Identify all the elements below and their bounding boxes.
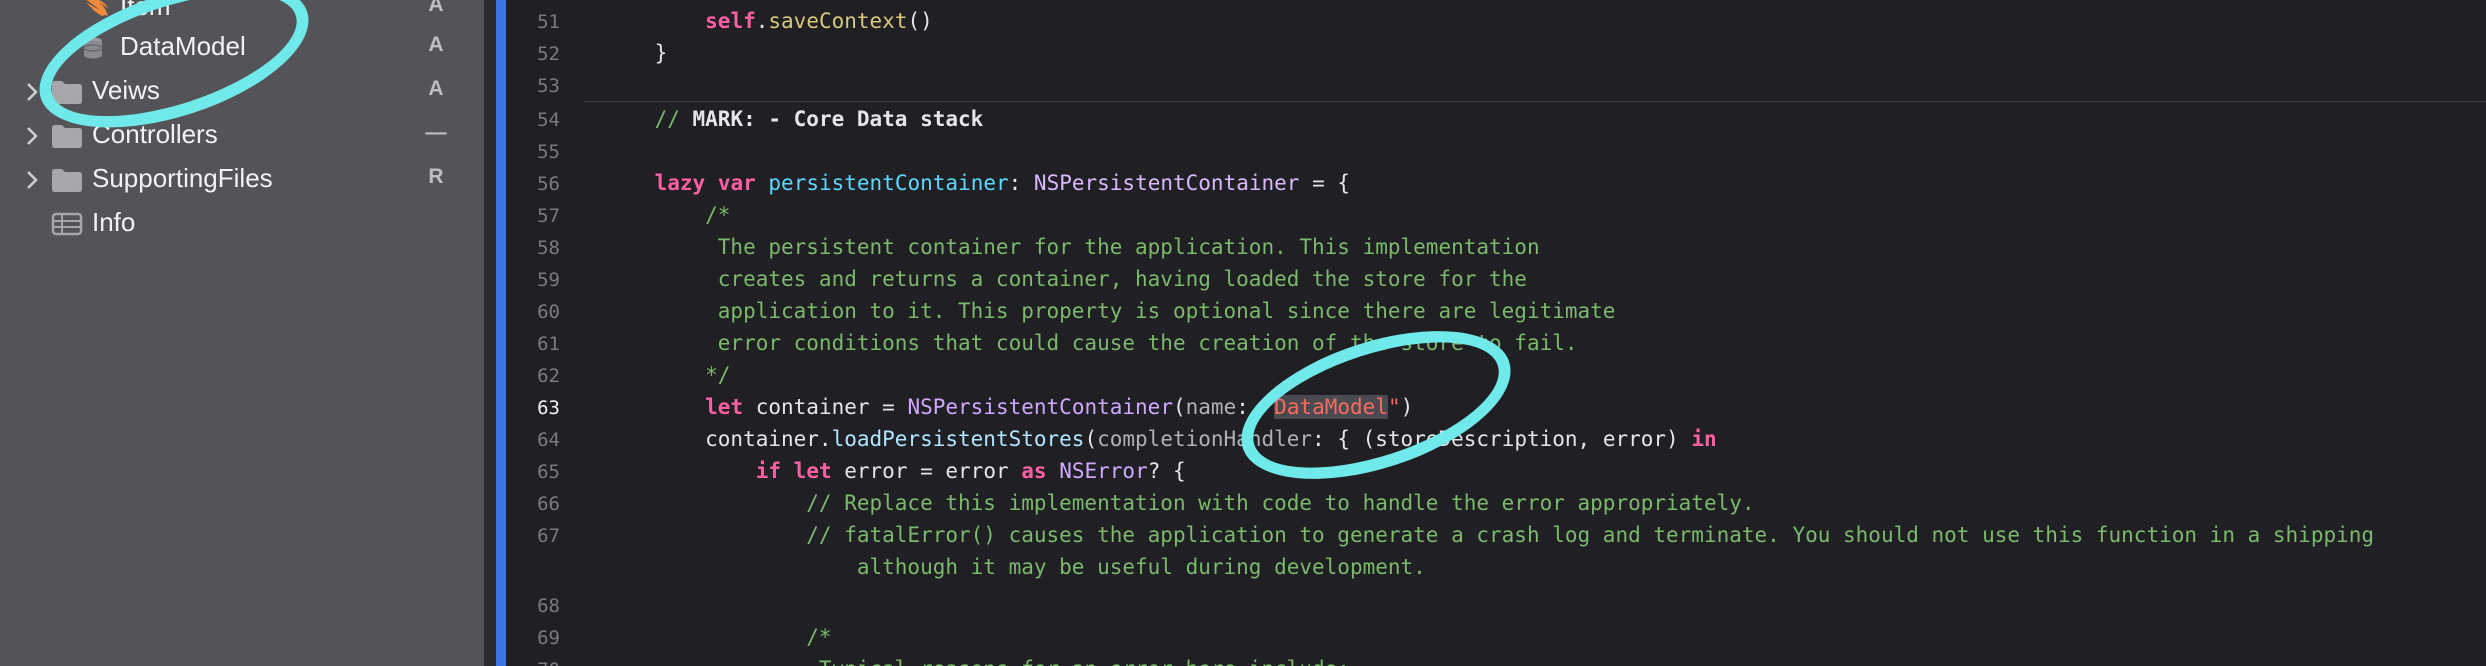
- code-line[interactable]: 52 }: [496, 38, 2486, 70]
- plist-icon: [51, 212, 83, 236]
- line-number: 52: [537, 43, 560, 65]
- folder-icon: [52, 125, 82, 148]
- code-line[interactable]: 69 /*: [496, 622, 2486, 654]
- scm-status-badge: —: [425, 121, 447, 144]
- line-number: 56: [537, 173, 560, 195]
- scm-status-badge: A: [428, 33, 444, 56]
- line-number: 64: [537, 429, 560, 451]
- code-line[interactable]: 56 lazy var persistentContainer: NSPersi…: [496, 168, 2486, 200]
- line-number: 67: [537, 525, 560, 547]
- line-number: 51: [537, 11, 560, 33]
- code-line[interactable]: 51 self.saveContext(): [496, 6, 2486, 38]
- code-line[interactable]: 65 if let error = error as NSError? {: [496, 456, 2486, 488]
- code-line[interactable]: 53: [496, 70, 2486, 102]
- nav-item-info[interactable]: Info: [0, 202, 484, 246]
- code-line[interactable]: 68: [496, 590, 2486, 622]
- code-text: if let error = error as NSError? {: [755, 459, 1186, 483]
- code-line[interactable]: 70 Typical reasons for an error here inc…: [496, 654, 2486, 666]
- code-text: */: [604, 363, 731, 387]
- code-line[interactable]: 66 // Replace this implementation with c…: [496, 488, 2486, 520]
- code-text: /*: [604, 625, 832, 649]
- nav-item-label: SupportingFiles: [92, 163, 273, 193]
- sidebar-divider[interactable]: [484, 0, 496, 666]
- code-text: application to it. This property is opti…: [604, 299, 1616, 323]
- line-number: 58: [537, 237, 560, 259]
- code-text: lazy var persistentContainer: NSPersiste…: [654, 171, 1351, 195]
- line-number: 53: [537, 75, 560, 97]
- chevron-right-icon[interactable]: [22, 124, 42, 148]
- code-line[interactable]: 64 container.loadPersistentStores(comple…: [496, 424, 2486, 456]
- chevron-right-icon[interactable]: [22, 168, 42, 192]
- code-line-wrapped[interactable]: although it may be useful during develop…: [496, 552, 2486, 584]
- line-number: 60: [537, 301, 560, 323]
- line-number: 61: [537, 333, 560, 355]
- code-text: container.loadPersistentStores(completio…: [604, 427, 1717, 451]
- line-number: 62: [537, 365, 560, 387]
- line-number: 69: [537, 627, 560, 649]
- line-number: 54: [537, 109, 560, 131]
- code-line[interactable]: 58 The persistent container for the appl…: [496, 232, 2486, 264]
- folder-icon: [52, 169, 82, 192]
- code-line[interactable]: 55: [496, 136, 2486, 168]
- scm-status-badge: A: [428, 77, 444, 100]
- code-line[interactable]: 54 // MARK: - Core Data stack: [496, 104, 2486, 136]
- code-line[interactable]: 67 // fatalError() causes the applicatio…: [496, 520, 2486, 552]
- line-number: 59: [537, 269, 560, 291]
- scm-status-badge: R: [428, 165, 444, 188]
- scm-status-badge: A: [428, 0, 444, 16]
- code-line[interactable]: 60 application to it. This property is o…: [496, 296, 2486, 328]
- code-editor[interactable]: 51 self.saveContext() 52 } 53 54 // MARK…: [496, 0, 2486, 666]
- code-line[interactable]: 59 creates and returns a container, havi…: [496, 264, 2486, 296]
- line-number: 55: [537, 141, 560, 163]
- nav-item-supportingfiles[interactable]: SupportingFiles R: [0, 158, 484, 202]
- code-text: /*: [604, 203, 731, 227]
- line-number: 65: [537, 461, 560, 483]
- code-text: // fatalError() causes the application t…: [604, 523, 2375, 547]
- code-text: Typical reasons for an error here includ…: [604, 657, 1350, 666]
- code-text: }: [604, 41, 668, 65]
- code-text: // Replace this implementation with code…: [604, 491, 1755, 515]
- nav-item-label: Info: [92, 207, 136, 237]
- line-number: 66: [537, 493, 560, 515]
- code-text: although it may be useful during develop…: [604, 555, 1426, 579]
- line-number: 70: [496, 659, 560, 666]
- line-number: 57: [537, 205, 560, 227]
- code-text: The persistent container for the applica…: [604, 235, 1540, 259]
- code-text: creates and returns a container, having …: [604, 267, 1527, 291]
- code-line[interactable]: 57 /*: [496, 200, 2486, 232]
- code-text: // MARK: - Core Data stack: [654, 107, 984, 131]
- line-number: 63: [537, 397, 560, 419]
- line-number: 68: [537, 595, 560, 617]
- code-text: self.saveContext(): [705, 9, 933, 33]
